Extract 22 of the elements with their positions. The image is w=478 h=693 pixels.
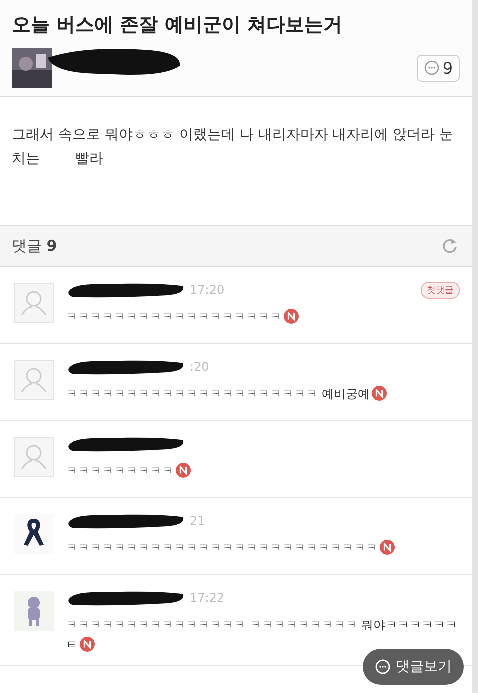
refresh-icon[interactable]	[440, 236, 460, 256]
comment-text: ㅋㅋㅋㅋㅋㅋㅋㅋㅋㅋㅋㅋㅋㅋㅋㅋㅋㅋㅋㅋㅋㅋㅋㅋㅋㅋ	[66, 541, 378, 555]
comment-count-button[interactable]: 9	[416, 54, 460, 82]
avatar-icon	[14, 283, 54, 323]
comment-text: ㅋㅋㅋㅋㅋㅋㅋㅋㅋㅋㅋㅋㅋㅋㅋㅋㅋㅋㅋㅋㅋ 예비궁예	[66, 387, 370, 401]
comments-heading: 댓글 9	[12, 236, 58, 256]
figure-icon	[14, 591, 54, 631]
first-comment-badge: 첫댓글	[421, 282, 460, 298]
avatar-icon	[14, 437, 54, 477]
comment-time: :20	[190, 360, 210, 374]
speech-bubble-icon	[375, 659, 391, 675]
comment-time: 17:20	[190, 283, 225, 297]
view-comments-button[interactable]: 댓글보기	[363, 649, 464, 685]
comment-time: 21	[190, 514, 206, 528]
comment-text: ㅋㅋㅋㅋㅋㅋㅋㅋㅋ	[66, 464, 174, 478]
post-title: 오늘 버스에 존잘 예비군이 쳐다보는거	[12, 13, 344, 38]
comment-time: 17:22	[190, 591, 225, 605]
avatar-icon	[14, 360, 54, 400]
post-body: 그래서 속으로 뭐야ㅎㅎㅎ 이랬는데 나 내리자마자 내자리에 앉더라 눈치는 빨라	[12, 126, 455, 169]
comment-text: ㅋㅋㅋㅋㅋㅋㅋㅋㅋㅋㅋㅋㅋㅋㅋ ㅋㅋㅋㅋㅋㅋㅋㅋㅋ 뭐야ㅋㅋㅋㅋㅋㅋㅌ	[66, 618, 458, 652]
speech-bubble-icon	[424, 60, 440, 76]
comment-text: ㅋㅋㅋㅋㅋㅋㅋㅋㅋㅋㅋㅋㅋㅋㅋㅋㅋㅋ	[66, 310, 282, 324]
